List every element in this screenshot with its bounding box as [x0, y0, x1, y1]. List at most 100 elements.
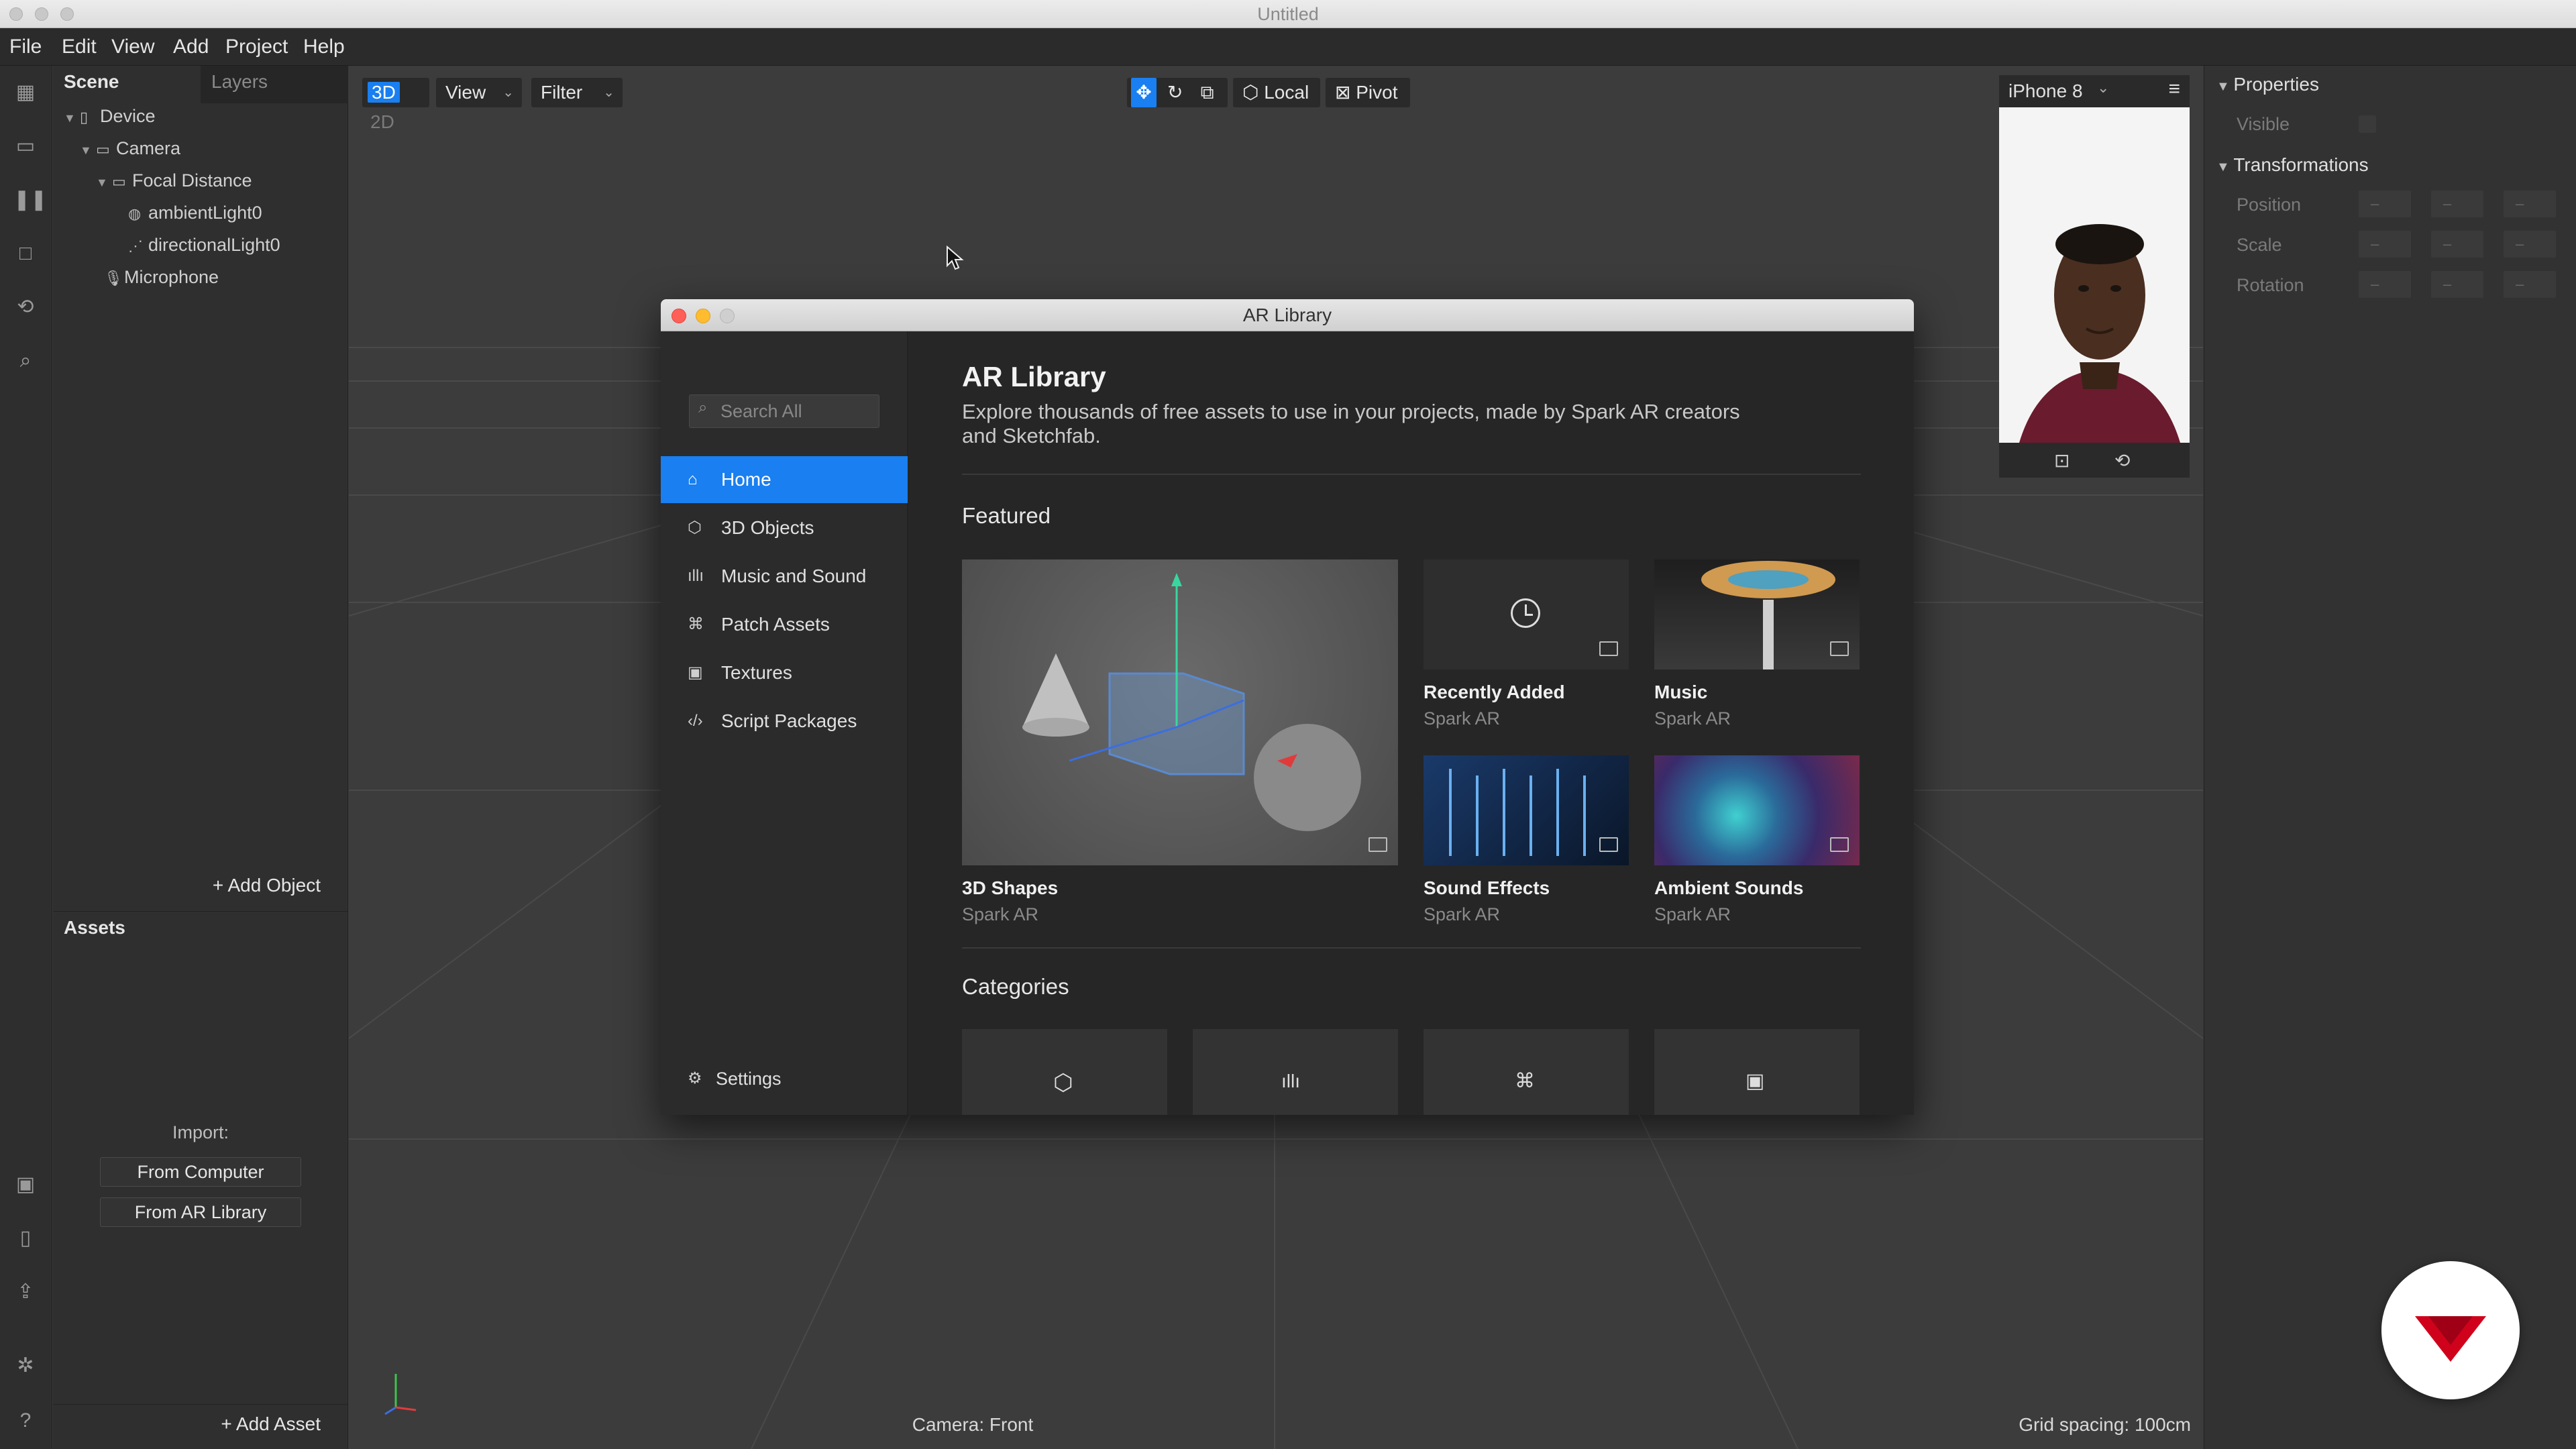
menu-help[interactable]: Help: [303, 36, 345, 58]
dialog-title: AR Library: [1242, 305, 1332, 325]
waveform-icon: ıllı: [688, 567, 704, 585]
dialog-main: AR Library Explore thousands of free ass…: [908, 331, 1914, 1115]
scale-label: Scale: [2237, 235, 2282, 255]
divider: [962, 474, 1861, 475]
categories-heading: Categories: [962, 974, 1069, 999]
device-test-icon[interactable]: ▯: [13, 1226, 38, 1250]
sidebar-item-script-packages[interactable]: ‹/› Script Packages: [661, 698, 908, 745]
add-object-button[interactable]: + Add Object: [213, 875, 321, 896]
window-title-bar: Untitled: [0, 0, 2576, 28]
add-folder-icon[interactable]: ▣: [13, 1173, 38, 1197]
tree-item-camera[interactable]: ▼ ▭ Camera: [80, 138, 180, 159]
menu-edit[interactable]: Edit: [62, 36, 97, 58]
bug-icon[interactable]: ✲: [13, 1354, 38, 1378]
card-3d-shapes-sub: Spark AR: [962, 904, 1039, 924]
menu-project[interactable]: Project: [225, 36, 288, 58]
microphone-icon: 🎙: [104, 270, 123, 286]
properties-header[interactable]: ▼ Properties: [2216, 74, 2319, 95]
menu-view[interactable]: View: [111, 36, 154, 58]
card-ambient-sounds[interactable]: [1654, 755, 1860, 865]
scale-y-field[interactable]: –: [2431, 231, 2483, 258]
sidebar-item-3d-objects[interactable]: ⬡ 3D Objects: [661, 504, 908, 551]
tree-item-microphone[interactable]: 🎙Microphone: [104, 267, 219, 288]
add-asset-button[interactable]: + Add Asset: [221, 1413, 321, 1435]
screenshot-icon[interactable]: ⊡: [2054, 449, 2070, 472]
sidebar-item-patch-assets[interactable]: ⌘ Patch Assets: [661, 601, 908, 648]
rotation-y-field[interactable]: –: [2431, 271, 2483, 298]
help-icon[interactable]: ?: [13, 1409, 38, 1433]
sidebar-item-home[interactable]: ⌂ Home: [661, 456, 908, 503]
scale-tool-icon[interactable]: ⧉: [1194, 78, 1221, 107]
folder-icon: [1599, 837, 1618, 852]
left-toolbar: ▦ ▭ ❚❚ □ ⟲ ⌕ ▣ ▯ ⇪ ✲ ?: [0, 66, 52, 1449]
video-icon[interactable]: ▭: [13, 134, 38, 158]
category-3d-objects[interactable]: ⬡: [962, 1029, 1167, 1115]
view-mode-toggle[interactable]: 3D 2D: [362, 78, 429, 132]
folder-icon: [1830, 641, 1849, 656]
settings-button[interactable]: ⚙ Settings: [661, 1060, 908, 1097]
filter-dropdown[interactable]: Filter ⌄: [531, 78, 623, 107]
scale-x-field[interactable]: –: [2359, 231, 2411, 258]
dialog-title-bar: AR Library: [661, 299, 1914, 331]
search-icon[interactable]: ⌕: [13, 349, 38, 373]
mode-3d[interactable]: 3D: [368, 82, 400, 103]
search-input[interactable]: Search All: [689, 394, 879, 428]
card-music-sub: Spark AR: [1654, 708, 1731, 729]
menu-file[interactable]: File: [9, 36, 42, 58]
scale-z-field[interactable]: –: [2504, 231, 2556, 258]
folder-icon: [1830, 837, 1849, 852]
camera-status: Camera: Front: [912, 1414, 1034, 1435]
square-icon[interactable]: □: [13, 241, 38, 266]
upload-icon[interactable]: ⇪: [13, 1280, 38, 1304]
from-ar-library-button[interactable]: From AR Library: [100, 1197, 301, 1227]
menu-icon[interactable]: ≡: [2168, 78, 2180, 101]
card-3d-shapes[interactable]: [962, 559, 1398, 865]
position-label: Position: [2237, 195, 2302, 215]
layout-icon[interactable]: ▦: [13, 80, 38, 105]
library-description-line2: and Sketchfab.: [962, 424, 1101, 447]
featured-heading: Featured: [962, 503, 1051, 528]
move-tool-icon[interactable]: ✥: [1131, 78, 1157, 107]
tab-layers[interactable]: Layers: [211, 71, 268, 93]
rotate-device-icon[interactable]: ⟲: [2114, 449, 2130, 472]
pivot-toggle[interactable]: ⊠ Pivot: [1326, 78, 1410, 107]
category-textures[interactable]: ▣: [1654, 1029, 1860, 1115]
pause-icon[interactable]: ❚❚: [13, 188, 47, 212]
category-music-and-sound[interactable]: ıllı: [1193, 1029, 1398, 1115]
card-recently-added[interactable]: [1424, 559, 1629, 669]
tree-item-focal-distance[interactable]: ▼ ▭ Focal Distance: [96, 170, 252, 191]
focal-icon: ▭: [112, 173, 126, 190]
rotate-tool-icon[interactable]: ↻: [1162, 78, 1189, 107]
camera-icon: ▭: [96, 141, 110, 158]
tree-item-directional-light[interactable]: ⋰ directionalLight0: [128, 235, 280, 256]
rotation-z-field[interactable]: –: [2504, 271, 2556, 298]
card-sound-effects-sub: Spark AR: [1424, 904, 1501, 924]
tree-item-device[interactable]: ▼ ▯ Device: [64, 106, 156, 127]
transformations-header[interactable]: ▼ Transformations: [2216, 154, 2369, 176]
tab-scene[interactable]: Scene: [64, 71, 119, 93]
position-z-field[interactable]: –: [2504, 191, 2556, 217]
mode-2d[interactable]: 2D: [368, 111, 397, 132]
menu-add[interactable]: Add: [173, 36, 209, 58]
card-recently-added-title: Recently Added: [1424, 682, 1565, 702]
simulator-toolbar: ⊡ ⟲: [1999, 443, 2190, 478]
clock-icon: [1511, 598, 1540, 628]
local-toggle[interactable]: ⬡ Local: [1233, 78, 1320, 107]
rotation-x-field[interactable]: –: [2359, 271, 2411, 298]
mouse-cursor: [947, 246, 964, 270]
simulator-camera-preview: [1999, 107, 2190, 443]
visible-checkbox[interactable]: [2359, 115, 2376, 133]
card-music[interactable]: [1654, 559, 1860, 669]
sync-icon[interactable]: ⟲: [13, 295, 38, 319]
sidebar-item-textures[interactable]: ▣ Textures: [661, 649, 908, 696]
from-computer-button[interactable]: From Computer: [100, 1157, 301, 1187]
card-sound-effects[interactable]: [1424, 755, 1629, 865]
view-dropdown[interactable]: View ⌄: [436, 78, 522, 107]
position-y-field[interactable]: –: [2431, 191, 2483, 217]
tree-item-ambient-light[interactable]: ◍ ambientLight0: [128, 203, 262, 223]
sidebar-item-music-and-sound[interactable]: ıllı Music and Sound: [661, 553, 908, 600]
position-x-field[interactable]: –: [2359, 191, 2411, 217]
device-dropdown[interactable]: iPhone 8: [2008, 80, 2083, 102]
category-patch-assets[interactable]: ⌘: [1424, 1029, 1629, 1115]
card-recently-added-sub: Spark AR: [1424, 708, 1501, 729]
